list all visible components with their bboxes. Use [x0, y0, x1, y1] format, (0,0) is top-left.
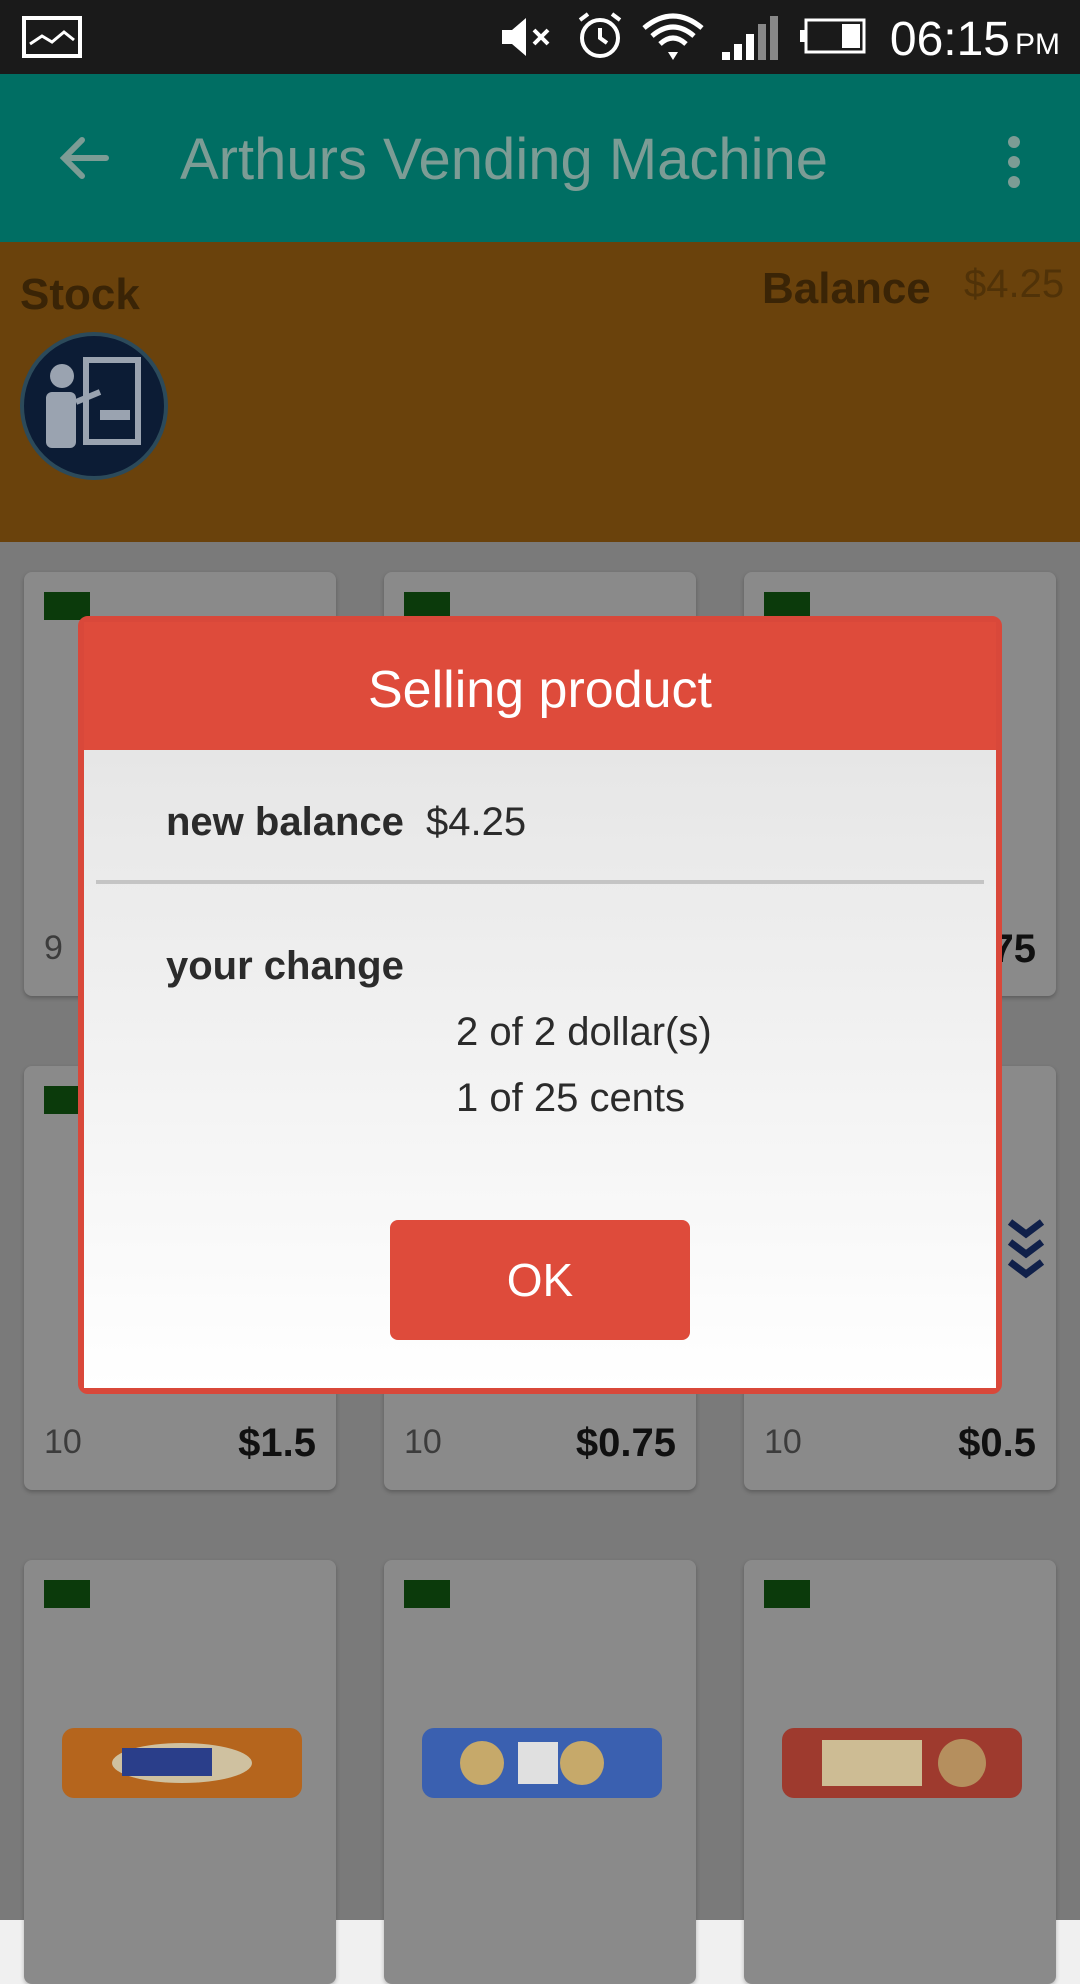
- battery-icon: [800, 18, 866, 54]
- stock-flag: [404, 1580, 450, 1608]
- vending-person-icon: [46, 357, 141, 448]
- product-count: 10: [44, 1423, 82, 1461]
- your-change-label: your change: [166, 944, 404, 988]
- more-vert-icon[interactable]: [1004, 134, 1024, 190]
- product-card[interactable]: [24, 1560, 336, 1984]
- ok-button[interactable]: OK: [390, 1220, 690, 1340]
- gallery-icon: [22, 16, 82, 58]
- balance-value: $4.25: [964, 262, 1065, 306]
- product-price: $0.5: [958, 1421, 1036, 1465]
- product-count: 10: [764, 1423, 802, 1461]
- signal-icon: [722, 16, 778, 60]
- header-panel: Stock Balance $4.25: [0, 242, 1080, 542]
- dialog-title: Selling product: [368, 661, 712, 719]
- stock-flag: [44, 1580, 90, 1608]
- product-count: 10: [404, 1423, 442, 1461]
- arrow-left-icon[interactable]: [56, 130, 112, 186]
- stock-label: Stock: [20, 270, 140, 319]
- mute-icon: [502, 18, 550, 56]
- product-price: $1.5: [238, 1421, 316, 1465]
- dialog-body: new balance $4.25 your change 2 of 2 dol…: [84, 750, 996, 1388]
- product-image-maria-selecta: [422, 1728, 662, 1798]
- product-price: $0.75: [575, 1421, 676, 1465]
- stock-avatar[interactable]: [20, 332, 168, 480]
- product-card[interactable]: [744, 1560, 1056, 1984]
- change-line: 1 of 25 cents: [456, 1076, 686, 1120]
- product-image-marias: [62, 1728, 302, 1798]
- alarm-icon: [578, 12, 622, 58]
- product-image-iberia-maria: [782, 1728, 1022, 1798]
- chevrons-down-icon: [1007, 1219, 1045, 1279]
- app-bar: Arthurs Vending Machine: [0, 74, 1080, 242]
- new-balance-value: $4.25: [426, 800, 527, 844]
- wifi-icon: [642, 13, 704, 60]
- dialog-header: Selling product: [84, 622, 996, 750]
- product-count: 9: [44, 929, 63, 967]
- status-bar: 06:15 PM: [0, 0, 1080, 74]
- selling-product-dialog: Selling product new balance $4.25 your c…: [78, 616, 1002, 1394]
- status-ampm: PM: [1015, 28, 1060, 61]
- stock-flag: [764, 1580, 810, 1608]
- status-time: 06:15: [889, 13, 1010, 66]
- balance-label: Balance: [762, 264, 931, 313]
- new-balance-label: new balance: [166, 800, 404, 844]
- app-title: Arthurs Vending Machine: [180, 127, 829, 192]
- product-card[interactable]: [384, 1560, 696, 1984]
- change-line: 2 of 2 dollar(s): [456, 1010, 712, 1054]
- dialog-divider: [96, 880, 984, 884]
